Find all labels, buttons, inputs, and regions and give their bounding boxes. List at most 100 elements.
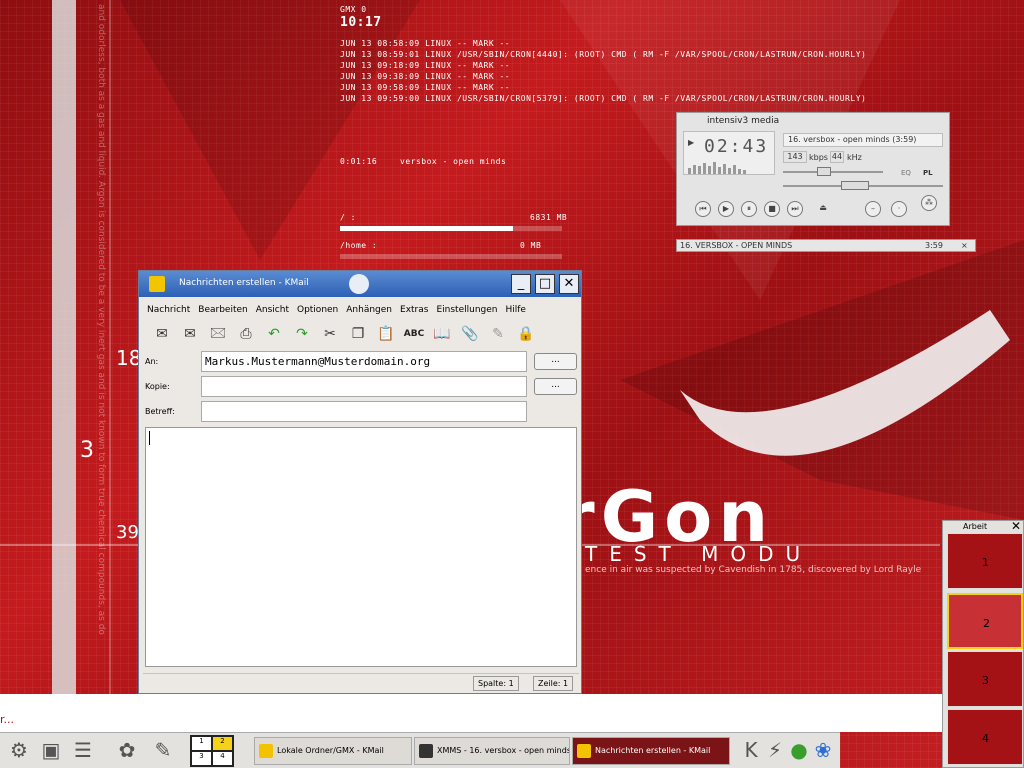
side-number-3: 3: [80, 438, 94, 463]
khz-value: 44: [830, 151, 844, 163]
to-addressbook-button[interactable]: ...: [534, 353, 577, 370]
menu-nachricht[interactable]: Nachricht: [147, 305, 190, 319]
menu-ansicht[interactable]: Ansicht: [256, 305, 289, 319]
pager-desktop-2[interactable]: 2: [947, 593, 1023, 649]
cut-icon[interactable]: ✂: [319, 323, 341, 345]
print-icon[interactable]: ⎙: [235, 323, 257, 345]
xmms-task-icon: [419, 744, 433, 758]
side-number-39: 39: [116, 522, 139, 543]
pause-button[interactable]: ⏸: [741, 201, 757, 217]
pager-desktop-4[interactable]: 4: [947, 709, 1023, 765]
pager-title: Arbeit: [963, 522, 988, 531]
task-label: Nachrichten erstellen - KMail: [595, 746, 711, 755]
to-field[interactable]: Markus.Mustermann@Musterdomain.org: [201, 351, 527, 372]
stop-button[interactable]: ■: [764, 201, 780, 217]
log-line: JUN 13 08:58:09 LINUX -- MARK --: [340, 39, 511, 48]
pager-close-icon[interactable]: ✕: [1011, 519, 1021, 533]
kmail-composer-window[interactable]: Nachrichten erstellen - KMail _ □ ✕ Nach…: [138, 270, 582, 694]
encrypt-icon[interactable]: 🔒: [515, 323, 537, 345]
repeat-button[interactable]: ·: [891, 201, 907, 217]
next-button[interactable]: ⏭: [787, 201, 803, 217]
menu-optionen[interactable]: Optionen: [297, 305, 338, 319]
attach-icon[interactable]: 📎: [459, 323, 481, 345]
taskbar-desktop-4[interactable]: 4: [213, 752, 232, 765]
seek-slider[interactable]: [783, 181, 943, 190]
seek-handle[interactable]: [841, 181, 869, 190]
status-row: Zeile: 1: [533, 676, 574, 691]
visualizer-icon: [688, 162, 746, 174]
address-book-icon[interactable]: 📖: [431, 323, 453, 345]
close-button[interactable]: ✕: [559, 274, 579, 294]
disk-root-bar: [340, 226, 562, 231]
paste-icon[interactable]: 📋: [375, 323, 397, 345]
status-column: Spalte: 1: [473, 676, 519, 691]
taskbar-desktop-3[interactable]: 3: [192, 752, 211, 765]
close-icon[interactable]: ×: [961, 240, 968, 251]
pl-toggle[interactable]: PL: [923, 169, 933, 177]
play-button[interactable]: ▶: [718, 201, 734, 217]
window-title: Nachrichten erstellen - KMail: [179, 278, 309, 288]
taskbar-desktop-1[interactable]: 1: [192, 737, 211, 750]
spellcheck-icon[interactable]: ABC: [403, 323, 425, 345]
undo-icon[interactable]: ↶: [263, 323, 285, 345]
sticky-icon[interactable]: [349, 274, 369, 294]
menu-einstellungen[interactable]: Einstellungen: [436, 305, 497, 319]
kbps-value: 143: [783, 151, 807, 163]
window-titlebar[interactable]: Nachrichten erstellen - KMail _ □ ✕: [139, 271, 581, 297]
eq-toggle[interactable]: EQ: [901, 169, 911, 177]
save-draft-icon[interactable]: 🖂: [207, 323, 229, 345]
editor-icon[interactable]: ☰: [70, 737, 96, 763]
sign-icon[interactable]: ✎: [487, 323, 509, 345]
xmms-player[interactable]: intensiv3 media ▶ 02:43 16. versbox - op…: [676, 112, 950, 226]
conky-host: GMX 0: [340, 5, 367, 14]
volume-handle[interactable]: [817, 167, 831, 176]
taskbar-desktop-2[interactable]: 2: [213, 737, 232, 750]
queue-icon[interactable]: ✉: [179, 323, 201, 345]
task-kmail-composer[interactable]: Nachrichten erstellen - KMail: [572, 737, 730, 765]
log-line: JUN 13 09:18:09 LINUX -- MARK --: [340, 61, 511, 70]
pager-desktop-3[interactable]: 3: [947, 651, 1023, 707]
kde-menu-icon[interactable]: ⚙: [6, 737, 32, 763]
conky-clock: 10:17: [340, 15, 382, 30]
shuffle-button[interactable]: –: [865, 201, 881, 217]
bottom-left-text: r...: [0, 713, 15, 726]
cc-field[interactable]: [201, 376, 527, 397]
playlist-entry[interactable]: 16. VERSBOX - OPEN MINDS: [680, 241, 792, 250]
wallpaper-caption: ence in air was suspected by Cavendish i…: [585, 565, 922, 575]
maximize-button[interactable]: □: [535, 274, 555, 294]
kontact-icon[interactable]: ✎: [150, 737, 176, 763]
show-desktop-icon[interactable]: ▣: [38, 737, 64, 763]
update-icon[interactable]: ●: [786, 737, 812, 763]
pager-desktop-number: 2: [983, 617, 990, 630]
kmail-task-icon: [577, 744, 591, 758]
kbps-label: kbps: [809, 153, 828, 162]
menu-anhaengen[interactable]: Anhängen: [346, 305, 392, 319]
menu-icon[interactable]: ⁂: [921, 195, 937, 211]
redo-icon[interactable]: ↷: [291, 323, 313, 345]
menu-hilfe[interactable]: Hilfe: [505, 305, 525, 319]
xmms-time: 02:43: [704, 136, 769, 157]
eject-button[interactable]: ⏏: [815, 201, 831, 217]
task-kmail-folders[interactable]: Lokale Ordner/GMX - KMail: [254, 737, 412, 765]
menu-extras[interactable]: Extras: [400, 305, 428, 319]
prev-button[interactable]: ⏮: [695, 201, 711, 217]
task-xmms[interactable]: XMMS - 16. versbox - open minds: [414, 737, 570, 765]
xmms-title: 16. versbox - open minds (3:59): [783, 133, 943, 147]
klipper-icon[interactable]: K: [738, 737, 764, 763]
kopete-icon[interactable]: ❀: [810, 737, 836, 763]
menu-bearbeiten[interactable]: Bearbeiten: [198, 305, 247, 319]
kde-taskbar: ⚙ ▣ ☰ ✿ ✎ 1 2 3 4 Lokale Ordner/GMX - KM…: [0, 732, 840, 768]
send-icon[interactable]: ✉: [151, 323, 173, 345]
network-icon[interactable]: ⚡: [762, 737, 788, 763]
toolbar: ✉ ✉ 🖂 ⎙ ↶ ↷ ✂ ❐ 📋 ABC 📖 📎 ✎ 🔒: [139, 319, 581, 347]
volume-slider[interactable]: [783, 167, 883, 176]
xmms-playlist-bar[interactable]: 16. VERSBOX - OPEN MINDS 3:59 ×: [676, 239, 976, 252]
minimize-button[interactable]: _: [511, 274, 531, 294]
message-body-editor[interactable]: [145, 427, 577, 667]
pager-desktop-number: 4: [982, 732, 989, 745]
cc-addressbook-button[interactable]: ...: [534, 378, 577, 395]
copy-icon[interactable]: ❐: [347, 323, 369, 345]
pager-desktop-1[interactable]: 1: [947, 533, 1023, 589]
konqueror-icon[interactable]: ✿: [114, 737, 140, 763]
subject-field[interactable]: [201, 401, 527, 422]
